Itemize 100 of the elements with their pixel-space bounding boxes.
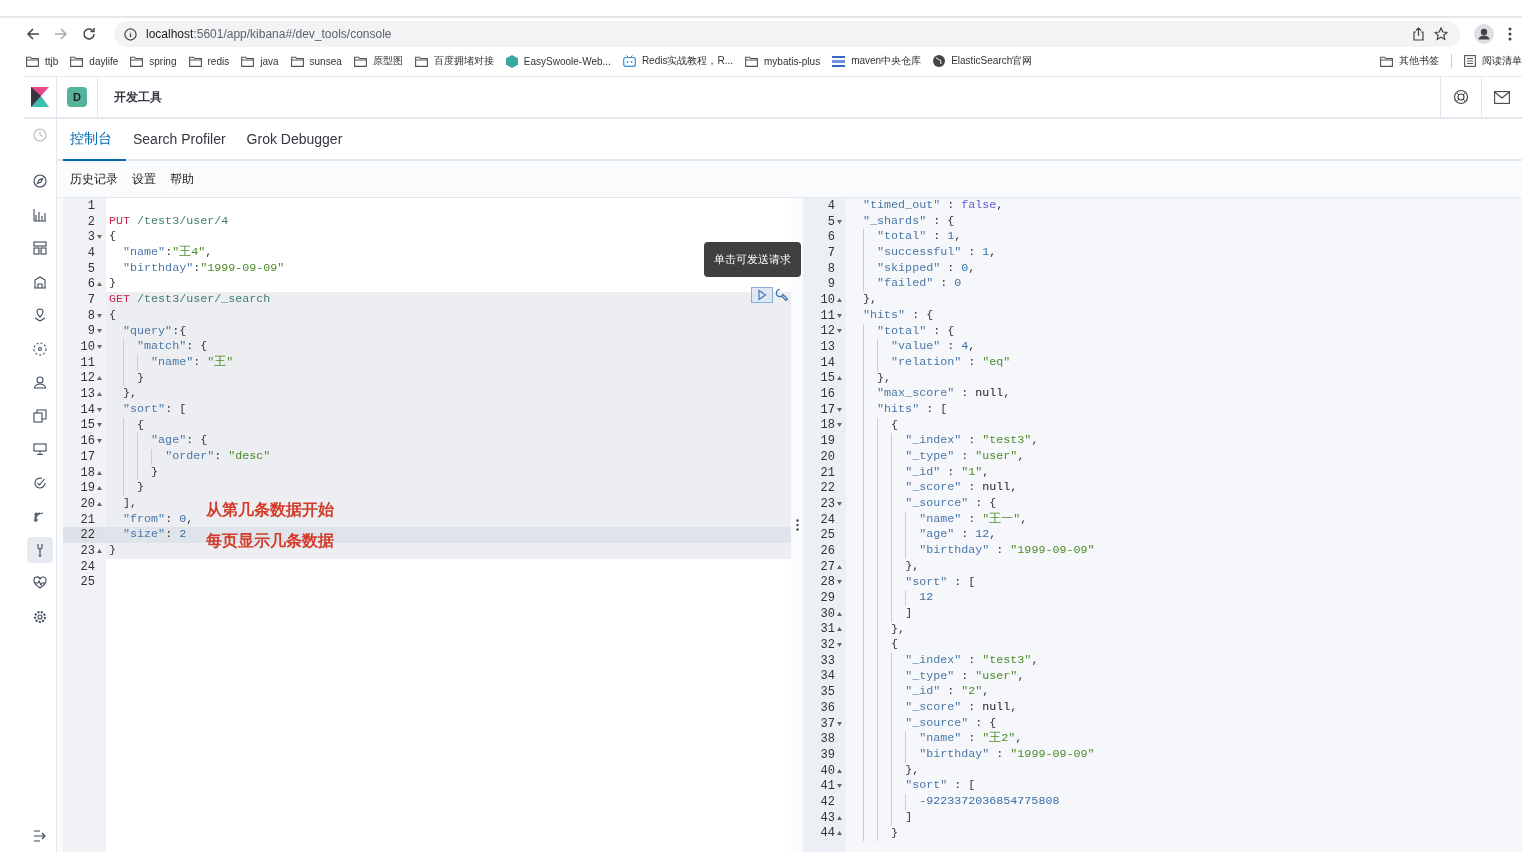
- fold-icon[interactable]: [837, 564, 842, 569]
- code-line: "_id" : "1",: [849, 464, 990, 481]
- fold-icon[interactable]: [97, 501, 102, 506]
- line-number: 43: [820, 810, 835, 825]
- fold-icon[interactable]: [837, 407, 842, 412]
- toolbar-link[interactable]: 帮助: [170, 170, 194, 188]
- line-number: 16: [820, 387, 835, 402]
- fold-icon[interactable]: [97, 282, 102, 287]
- fold-icon[interactable]: [837, 329, 842, 334]
- bookmark[interactable]: ElasticSearch官网: [933, 54, 1033, 68]
- fold-icon[interactable]: [837, 423, 842, 428]
- fold-icon[interactable]: [837, 297, 842, 302]
- bookmark[interactable]: EasySwoole-Web...: [505, 54, 611, 68]
- line-number: 23: [80, 543, 95, 558]
- tab[interactable]: Grok Debugger: [239, 119, 357, 161]
- share-icon[interactable]: [1412, 27, 1425, 41]
- line-number: 25: [820, 528, 835, 543]
- tab[interactable]: Search Profiler: [126, 119, 240, 161]
- bookmark[interactable]: java: [241, 55, 279, 67]
- fold-icon[interactable]: [837, 501, 842, 506]
- fold-icon[interactable]: [97, 470, 102, 475]
- folder-icon: [1380, 55, 1393, 67]
- code-line: }: [109, 276, 116, 293]
- code-line: }: [109, 480, 145, 497]
- line-number: 17: [820, 402, 835, 417]
- play-icon[interactable]: [750, 287, 773, 303]
- bookmark[interactable]: 其他书签: [1380, 54, 1439, 68]
- fold-icon[interactable]: [97, 313, 102, 318]
- reload-icon[interactable]: [82, 27, 96, 41]
- address-bar[interactable]: localhost:5601/app/kibana#/dev_tools/console: [114, 21, 1460, 47]
- code-line: "sort": [: [122, 401, 187, 418]
- bookmark[interactable]: 原型图: [353, 54, 403, 68]
- bookmark[interactable]: daylife: [70, 55, 119, 67]
- bookmark[interactable]: ttjb: [26, 55, 59, 67]
- code-line: "match": {: [109, 339, 208, 355]
- code-line: }: [109, 370, 145, 387]
- bookmark[interactable]: 阅读清单: [1464, 54, 1522, 68]
- fold-icon[interactable]: [97, 407, 102, 412]
- profile-avatar-icon[interactable]: [1474, 24, 1494, 44]
- space-avatar[interactable]: D: [67, 87, 87, 107]
- help-icon[interactable]: [1453, 89, 1469, 105]
- line-number: 9: [827, 277, 835, 292]
- fold-icon[interactable]: [837, 580, 842, 585]
- line-number: 24: [80, 559, 95, 574]
- code-line: "skipped" : 0,: [849, 260, 976, 277]
- code-line: "_shards" : {: [862, 213, 955, 230]
- fold-icon[interactable]: [97, 345, 102, 350]
- fold-icon[interactable]: [837, 376, 842, 381]
- breadcrumb: 开发工具: [114, 88, 162, 106]
- bookmark[interactable]: sunsea: [290, 55, 342, 67]
- fold-icon[interactable]: [837, 768, 842, 773]
- more-icon[interactable]: [1508, 27, 1512, 41]
- code-line: "successful" : 1,: [849, 245, 997, 261]
- fold-icon[interactable]: [97, 439, 102, 444]
- line-number: 1: [87, 198, 95, 213]
- fold-icon[interactable]: [97, 423, 102, 428]
- fold-icon[interactable]: [837, 611, 842, 616]
- fold-icon[interactable]: [837, 831, 842, 836]
- tab[interactable]: 控制台: [63, 119, 126, 161]
- fold-icon[interactable]: [97, 329, 102, 334]
- star-icon[interactable]: [1434, 27, 1448, 41]
- back-icon[interactable]: [26, 27, 40, 41]
- line-number: 32: [820, 638, 835, 653]
- nav-button[interactable]: [27, 536, 53, 563]
- bookmark[interactable]: redis: [188, 55, 230, 67]
- resize-handle-icon[interactable]: [795, 519, 799, 531]
- copy-icon: [33, 408, 47, 423]
- fold-icon[interactable]: [837, 784, 842, 789]
- bookmark[interactable]: mybatis-plus: [745, 55, 821, 67]
- fold-icon[interactable]: [837, 643, 842, 648]
- bookmark[interactable]: 百度拥堵对接: [414, 54, 494, 68]
- toolbar-link[interactable]: 历史记录: [70, 170, 118, 188]
- code-line: "_index" : "test3",: [849, 652, 1039, 669]
- collapse-icon[interactable]: [33, 830, 47, 842]
- folder-icon: [745, 55, 758, 67]
- folder-icon: [26, 55, 39, 67]
- fold-icon[interactable]: [837, 219, 842, 224]
- fold-icon[interactable]: [837, 313, 842, 318]
- fold-icon[interactable]: [97, 548, 102, 553]
- bookmark[interactable]: Redis实战教程，R...: [622, 54, 733, 68]
- fold-icon[interactable]: [837, 627, 842, 632]
- check-icon: [33, 475, 47, 490]
- fold-icon[interactable]: [97, 235, 102, 240]
- fold-icon[interactable]: [97, 486, 102, 491]
- list-icon: [1464, 55, 1476, 67]
- logo-icon[interactable]: [31, 87, 49, 107]
- globe-icon: [933, 55, 946, 67]
- line-number: 13: [820, 340, 835, 355]
- info-icon[interactable]: [124, 27, 137, 41]
- fold-icon[interactable]: [97, 376, 102, 381]
- dots-icon: [33, 341, 47, 356]
- line-number: 20: [80, 496, 95, 511]
- bookmark[interactable]: spring: [130, 55, 177, 67]
- code-line: {: [849, 417, 899, 434]
- fold-icon[interactable]: [837, 721, 842, 726]
- toolbar-link[interactable]: 设置: [132, 170, 156, 188]
- mail-icon[interactable]: [1494, 90, 1510, 104]
- fold-icon[interactable]: [837, 815, 842, 820]
- fold-icon[interactable]: [97, 392, 102, 397]
- bookmark[interactable]: maven中央仓库: [832, 54, 922, 68]
